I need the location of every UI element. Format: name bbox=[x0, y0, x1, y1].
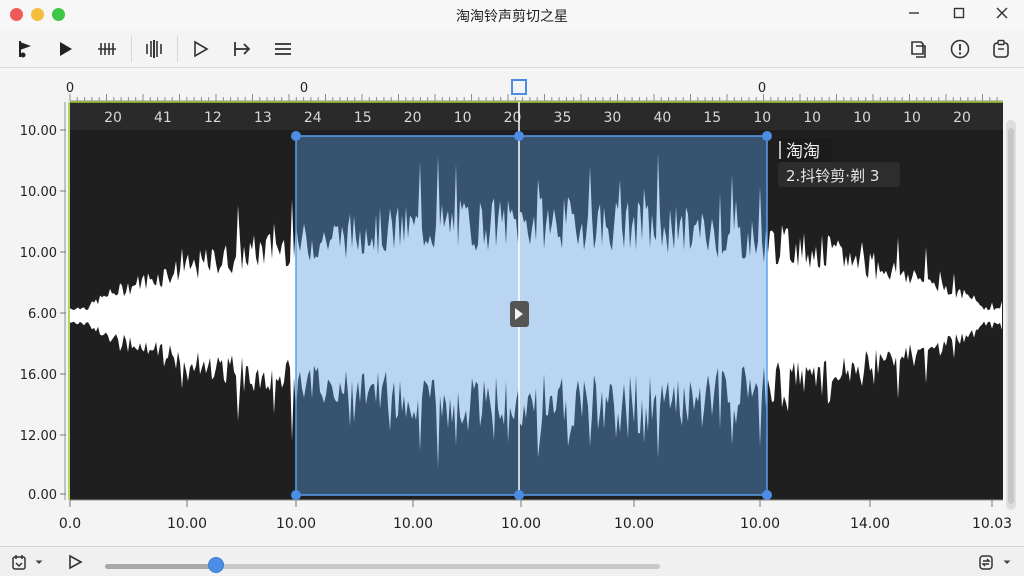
inner-ruler-label: 13 bbox=[254, 110, 272, 126]
selection-handle-top-left[interactable] bbox=[291, 131, 301, 141]
x-axis-label: 0.0 bbox=[59, 516, 81, 532]
clipboard-icon[interactable] bbox=[988, 36, 1014, 62]
x-axis-label: 10.00 bbox=[501, 516, 541, 532]
top-ruler: 0 0 0 bbox=[66, 81, 1003, 102]
ruler-label: 0 bbox=[758, 81, 766, 96]
split-icon[interactable] bbox=[94, 36, 120, 62]
window-title: 淘淘铃声剪切之星 bbox=[456, 9, 568, 25]
inner-ruler-label: 10 bbox=[454, 110, 472, 126]
close-icon[interactable] bbox=[990, 4, 1014, 26]
inner-ruler-label: 40 bbox=[653, 110, 671, 126]
minimize-icon[interactable] bbox=[902, 4, 926, 26]
toolbar-divider bbox=[177, 36, 178, 62]
inner-ruler-label: 20 bbox=[953, 110, 971, 126]
selection-handle-bottom-right[interactable] bbox=[762, 490, 772, 500]
selection-handle-top-right[interactable] bbox=[762, 131, 772, 141]
y-axis-label: 10.00 bbox=[20, 246, 57, 261]
inner-ruler-label: 12 bbox=[204, 110, 222, 126]
playhead-play-button[interactable] bbox=[510, 301, 529, 327]
y-axis-label: 12.00 bbox=[20, 429, 57, 444]
info-icon[interactable] bbox=[947, 36, 973, 62]
inner-ruler-label: 10 bbox=[753, 110, 771, 126]
toolbar bbox=[0, 30, 1024, 68]
bottom-bar bbox=[0, 546, 1024, 576]
inner-ruler-label: 10 bbox=[803, 110, 821, 126]
jump-to-icon[interactable] bbox=[229, 36, 255, 62]
y-axis-label: 10.00 bbox=[20, 124, 57, 139]
chevron-down-icon[interactable] bbox=[1000, 551, 1014, 573]
inner-ruler-label: 10 bbox=[903, 110, 921, 126]
inner-ruler-label: 15 bbox=[354, 110, 372, 126]
play-icon[interactable] bbox=[52, 36, 78, 62]
export-icon[interactable] bbox=[8, 551, 30, 573]
x-axis-label: 10.00 bbox=[614, 516, 654, 532]
inner-ruler-label: 15 bbox=[703, 110, 721, 126]
vertical-scrollbar-thumb[interactable] bbox=[1008, 128, 1014, 504]
chevron-down-icon[interactable] bbox=[32, 551, 46, 573]
x-axis-label: 14.00 bbox=[850, 516, 890, 532]
copy-icon[interactable] bbox=[906, 36, 932, 62]
inner-ruler-label: 20 bbox=[404, 110, 422, 126]
selection-handle-bottom-center[interactable] bbox=[514, 490, 524, 500]
selection-handle-bottom-left[interactable] bbox=[291, 490, 301, 500]
cut-icon[interactable] bbox=[141, 36, 167, 62]
y-axis-label: 10.00 bbox=[20, 185, 57, 200]
loop-icon[interactable] bbox=[974, 551, 998, 573]
title-bar: 淘淘铃声剪切之星 bbox=[0, 0, 1024, 30]
x-axis: 0.0 10.00 10.00 10.00 10.00 10.00 10.00 … bbox=[59, 499, 1012, 532]
x-axis-label: 10.00 bbox=[740, 516, 780, 532]
y-axis-label: 6.00 bbox=[28, 307, 57, 322]
inner-ruler-label: 10 bbox=[853, 110, 871, 126]
x-axis-label: 10.00 bbox=[393, 516, 433, 532]
progress-fill bbox=[105, 564, 216, 569]
progress-knob[interactable] bbox=[208, 557, 224, 573]
selection-region[interactable] bbox=[295, 135, 768, 496]
inner-ruler-label: 41 bbox=[154, 110, 172, 126]
flag-icon[interactable] bbox=[12, 36, 38, 62]
maximize-icon[interactable] bbox=[947, 4, 971, 26]
y-axis-label: 16.00 bbox=[20, 368, 57, 383]
toolbar-divider bbox=[131, 36, 132, 62]
menu-icon[interactable] bbox=[270, 36, 296, 62]
clip-label-subtitle: 2.抖铃剪·剃 3 bbox=[786, 167, 879, 185]
inner-ruler-label: 30 bbox=[603, 110, 621, 126]
ruler-label: 0 bbox=[300, 81, 308, 96]
waveform-editor[interactable]: 0 0 0 20 41 12 13 24 15 20 10 20 35 30 40 15 10 10 10 10… bbox=[0, 68, 1024, 546]
play-outline-icon[interactable] bbox=[64, 551, 86, 573]
ruler-label: 0 bbox=[66, 81, 74, 96]
inner-ruler-label: 20 bbox=[104, 110, 122, 126]
x-axis-label: 10.03 bbox=[972, 516, 1012, 532]
progress-track[interactable] bbox=[105, 564, 660, 569]
x-axis-label: 10.00 bbox=[276, 516, 316, 532]
y-axis: 10.00 10.00 10.00 6.00 16.00 12.00 0.00 bbox=[20, 102, 66, 503]
clip-label-title: 淘淘 bbox=[786, 142, 820, 162]
inner-ruler-label: 24 bbox=[304, 110, 322, 126]
y-axis-label: 0.00 bbox=[28, 488, 57, 503]
selection-handle-top-center[interactable] bbox=[514, 131, 524, 141]
playhead-handle[interactable] bbox=[511, 79, 527, 95]
waveform-canvas[interactable]: 0 0 0 20 41 12 13 24 15 20 10 20 35 30 40 15 10 10 10 10… bbox=[0, 68, 1024, 546]
inner-ruler-label: 35 bbox=[554, 110, 572, 126]
x-axis-label: 10.00 bbox=[167, 516, 207, 532]
play-outline-icon[interactable] bbox=[187, 36, 213, 62]
